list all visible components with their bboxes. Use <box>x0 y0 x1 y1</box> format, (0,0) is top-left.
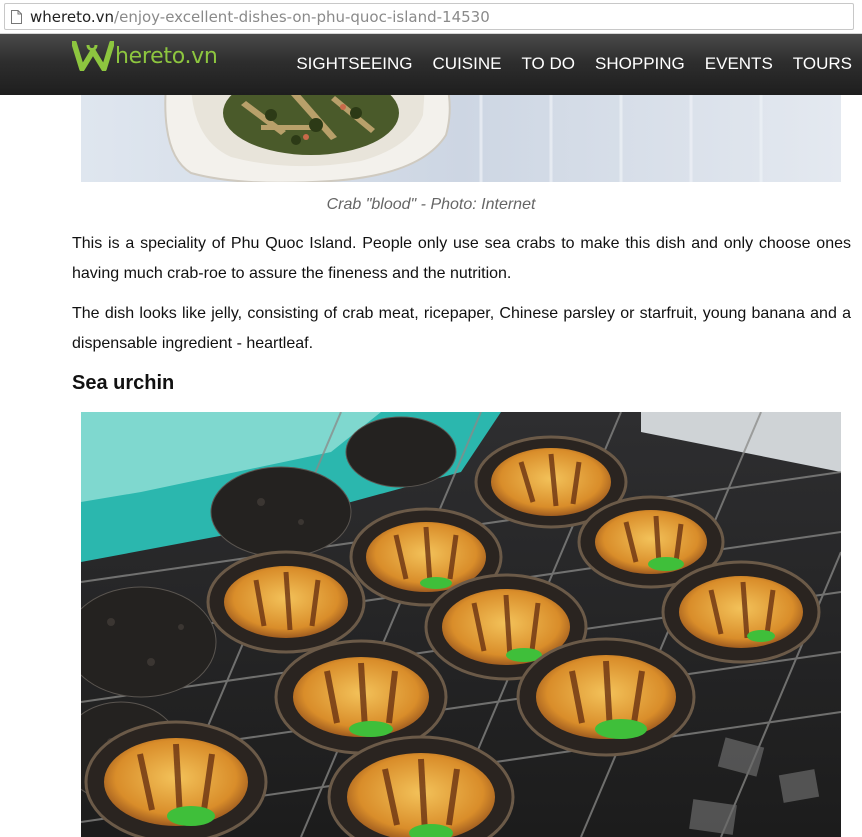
logo-w-icon <box>72 41 114 71</box>
sea-urchin-photo <box>81 412 841 837</box>
photo-caption: Crab "blood" - Photo: Internet <box>326 196 536 213</box>
site-logo[interactable]: hereto.vn <box>72 40 218 72</box>
section-heading: Sea urchin <box>72 372 175 394</box>
nav-events[interactable]: EVENTS <box>705 54 773 74</box>
article-paragraph: The dish looks like jelly, consisting of… <box>72 305 851 352</box>
nav-shopping[interactable]: SHOPPING <box>595 54 685 74</box>
nav-to-do[interactable]: TO DO <box>521 54 575 74</box>
crab-blood-photo <box>81 95 841 182</box>
url-domain: whereto.vn <box>30 7 115 26</box>
nav-sightseeing[interactable]: SIGHTSEEING <box>296 54 412 74</box>
main-nav: SIGHTSEEING CUISINE TO DO SHOPPING EVENT… <box>276 54 852 74</box>
browser-address-bar: whereto.vn/enjoy-excellent-dishes-on-phu… <box>0 0 862 34</box>
nav-tours[interactable]: TOURS <box>793 54 852 74</box>
url-field[interactable]: whereto.vn/enjoy-excellent-dishes-on-phu… <box>4 3 854 30</box>
article-paragraph: This is a speciality of Phu Quoc Island.… <box>72 235 851 282</box>
logo-text: hereto.vn <box>115 43 218 69</box>
url-path: /enjoy-excellent-dishes-on-phu-quoc-isla… <box>114 7 490 26</box>
page-icon <box>11 9 22 24</box>
nav-cuisine[interactable]: CUISINE <box>433 54 502 74</box>
site-header: hereto.vn SIGHTSEEING CUISINE TO DO SHOP… <box>0 34 862 95</box>
article-content: Crab "blood" - Photo: Internet This is a… <box>0 95 862 837</box>
